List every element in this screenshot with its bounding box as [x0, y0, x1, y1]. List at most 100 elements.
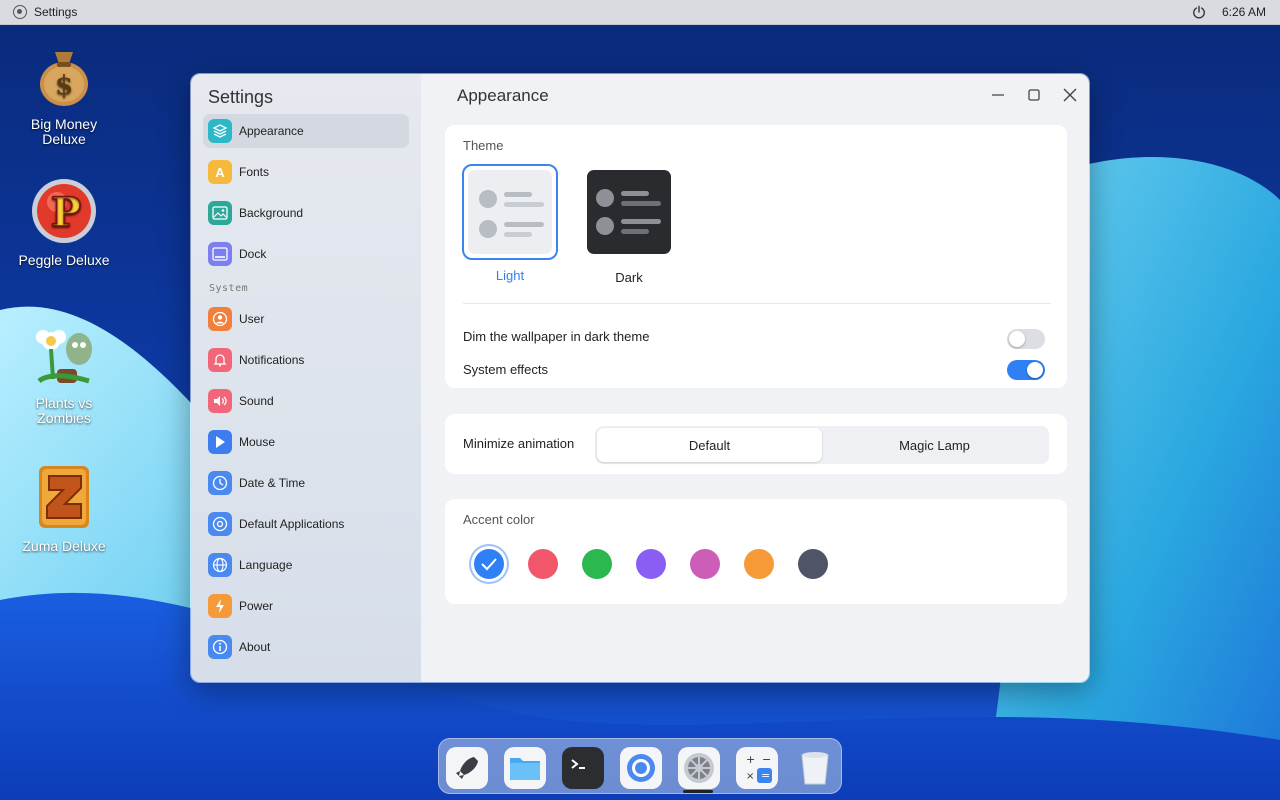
- settings-content: Appearance Theme Light Dark Dim the wall…: [421, 74, 1089, 682]
- theme-label: Theme: [463, 138, 504, 153]
- zuma-icon: [39, 466, 89, 528]
- sidebar-item-date-time[interactable]: Date & Time: [203, 466, 409, 500]
- sidebar-item-power[interactable]: Power: [203, 589, 409, 623]
- theme-dark-illustration: [587, 170, 671, 254]
- clock-icon: [208, 471, 232, 495]
- accent-swatch-orange[interactable]: [744, 549, 774, 579]
- sidebar-item-label: Language: [239, 558, 293, 572]
- theme-dark-label: Dark: [615, 270, 643, 285]
- files-icon[interactable]: [504, 747, 546, 789]
- svg-text:=: =: [761, 769, 770, 782]
- accent-swatch-pink[interactable]: [690, 549, 720, 579]
- notifications-icon: [208, 348, 232, 372]
- sidebar-item-label: About: [239, 640, 271, 654]
- theme-light-label: Light: [495, 268, 525, 283]
- minimize-icon[interactable]: [987, 84, 1009, 106]
- sidebar-item-language[interactable]: Language: [203, 548, 409, 582]
- theme-light-illustration: [468, 170, 552, 254]
- terminal-icon[interactable]: [562, 747, 604, 789]
- default-apps-icon: [208, 512, 232, 536]
- sidebar-item-about[interactable]: About: [203, 630, 409, 664]
- desktop-icon-peggle[interactable]: P Peggle Deluxe: [9, 176, 119, 268]
- trash-icon[interactable]: [794, 747, 836, 789]
- divider: [463, 303, 1051, 304]
- dock-running-indicator: [683, 790, 713, 793]
- power-icon: [208, 594, 232, 618]
- sidebar-item-label: Power: [239, 599, 274, 613]
- globe-icon: [208, 553, 232, 577]
- system-effects-toggle[interactable]: [1007, 360, 1045, 380]
- minimize-option-magic-lamp[interactable]: Magic Lamp: [822, 428, 1047, 462]
- sidebar-item-label: Appearance: [239, 124, 304, 138]
- plants-vs-zombies-icon: [36, 330, 92, 384]
- accent-color-card: Accent color: [445, 499, 1067, 604]
- accent-color-label: Accent color: [463, 512, 535, 527]
- svg-text:−: −: [762, 753, 771, 766]
- page-title: Appearance: [457, 86, 549, 105]
- power-icon[interactable]: [1192, 5, 1206, 19]
- sidebar-item-fonts[interactable]: A Fonts: [203, 155, 409, 189]
- sidebar-item-background[interactable]: Background: [203, 196, 409, 230]
- accent-swatch-purple[interactable]: [636, 549, 666, 579]
- sidebar-item-appearance[interactable]: Appearance: [203, 114, 409, 148]
- theme-card: Theme Light Dark Dim the wallpaper in da…: [445, 125, 1067, 388]
- sidebar-item-dock[interactable]: Dock: [203, 237, 409, 271]
- fonts-icon: A: [208, 160, 232, 184]
- settings-window: Settings Appearance A Fonts Background D…: [190, 73, 1090, 683]
- theme-option-light[interactable]: Light: [462, 164, 558, 283]
- clock[interactable]: 6:26 AM: [1222, 5, 1266, 19]
- accent-swatch-green[interactable]: [582, 549, 612, 579]
- active-app-name[interactable]: Settings: [34, 5, 77, 19]
- money-bag-icon: $: [40, 52, 88, 106]
- accent-swatch-blue[interactable]: [474, 549, 504, 579]
- dim-wallpaper-label: Dim the wallpaper in dark theme: [463, 329, 650, 344]
- svg-text:P: P: [51, 189, 81, 236]
- checkmark-icon: [481, 558, 497, 571]
- settings-icon[interactable]: [678, 747, 720, 789]
- desktop-icon-label: Plants vs: [35, 395, 93, 411]
- dock: + − × =: [438, 738, 842, 794]
- sidebar-item-label: User: [239, 312, 265, 326]
- sidebar-item-label: Fonts: [239, 165, 270, 179]
- desktop-icon-label: Zombies: [37, 410, 91, 426]
- browser-icon[interactable]: [620, 747, 662, 789]
- theme-preview-dark: [587, 170, 671, 254]
- svg-text:×: ×: [746, 771, 754, 782]
- minimize-option-default[interactable]: Default: [597, 428, 822, 462]
- calculator-icon[interactable]: + − × =: [736, 747, 778, 789]
- close-icon[interactable]: [1059, 84, 1081, 106]
- desktop-icon-label: Zuma Deluxe: [22, 538, 106, 554]
- toggle-knob: [1027, 362, 1043, 378]
- svg-text:$: $: [55, 71, 73, 101]
- sidebar-item-user[interactable]: User: [203, 302, 409, 336]
- svg-text:+: +: [746, 753, 755, 766]
- maximize-icon[interactable]: [1023, 84, 1045, 106]
- minimize-animation-label: Minimize animation: [463, 436, 575, 451]
- sidebar-item-mouse[interactable]: Mouse: [203, 425, 409, 459]
- theme-preview-light: [462, 164, 558, 260]
- sidebar-item-notifications[interactable]: Notifications: [203, 343, 409, 377]
- appearance-icon: [208, 119, 232, 143]
- mouse-icon: [208, 430, 232, 454]
- dock-icon: [208, 242, 232, 266]
- sidebar-section-system: System: [209, 283, 249, 294]
- info-icon: [208, 635, 232, 659]
- sidebar-item-label: Default Applications: [239, 517, 345, 531]
- accent-swatch-graphite[interactable]: [798, 549, 828, 579]
- settings-app-icon[interactable]: [13, 5, 27, 19]
- desktop-icon-plants-vs-zombies[interactable]: Plants vs Zombies: [9, 319, 119, 426]
- dim-wallpaper-toggle[interactable]: [1007, 329, 1045, 349]
- theme-option-dark[interactable]: Dark: [587, 170, 671, 285]
- accent-swatch-red[interactable]: [528, 549, 558, 579]
- peggle-icon: P: [32, 179, 96, 243]
- sidebar-item-label: Notifications: [239, 353, 305, 367]
- launcher-icon[interactable]: [446, 747, 488, 789]
- sidebar-item-label: Background: [239, 206, 304, 220]
- sidebar-item-label: Dock: [239, 247, 267, 261]
- sidebar-item-default-applications[interactable]: Default Applications: [203, 507, 409, 541]
- desktop-icon-big-money[interactable]: $ Big Money Deluxe: [9, 40, 119, 147]
- desktop-icon-zuma[interactable]: Zuma Deluxe: [9, 462, 119, 554]
- desktop-icon-label: Deluxe: [42, 131, 86, 147]
- sidebar-item-sound[interactable]: Sound: [203, 384, 409, 418]
- minimize-animation-card: Minimize animation Default Magic Lamp: [445, 414, 1067, 474]
